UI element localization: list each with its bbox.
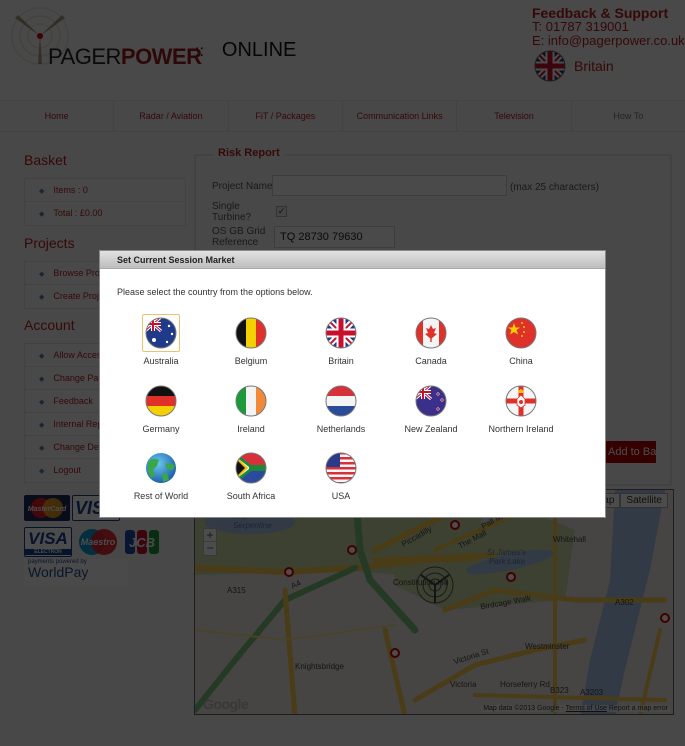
flag-frame bbox=[232, 314, 270, 352]
britain-flag-icon bbox=[325, 317, 357, 349]
country-canada[interactable]: Canada bbox=[386, 314, 476, 366]
usa-flag-icon bbox=[325, 452, 357, 484]
country-china[interactable]: China bbox=[476, 314, 566, 366]
germany-flag-icon bbox=[145, 385, 177, 417]
flag-frame bbox=[322, 382, 360, 420]
flag-frame bbox=[232, 449, 270, 487]
country-netherlands[interactable]: Netherlands bbox=[296, 382, 386, 434]
country-label: Britain bbox=[328, 356, 354, 366]
flag-frame bbox=[142, 314, 180, 352]
flag-frame bbox=[412, 314, 450, 352]
flag-frame bbox=[322, 449, 360, 487]
country-new-zealand[interactable]: New Zealand bbox=[386, 382, 476, 434]
flag-frame bbox=[232, 382, 270, 420]
country-label: USA bbox=[331, 491, 351, 501]
northern-ireland-flag-icon bbox=[505, 385, 537, 417]
country-label: Germany bbox=[142, 424, 180, 434]
netherlands-flag-icon bbox=[325, 385, 357, 417]
country-label: South Africa bbox=[226, 491, 276, 501]
country-northern-ireland[interactable]: Northern Ireland bbox=[476, 382, 566, 434]
belgium-flag-icon bbox=[235, 317, 267, 349]
country-label: New Zealand bbox=[404, 424, 458, 434]
country-ireland[interactable]: Ireland bbox=[206, 382, 296, 434]
country-rest-of-world[interactable]: Rest of World bbox=[116, 449, 206, 501]
dialog-title[interactable]: Set Current Session Market bbox=[100, 251, 605, 269]
flag-frame bbox=[412, 382, 450, 420]
flag-frame bbox=[502, 382, 540, 420]
country-germany[interactable]: Germany bbox=[116, 382, 206, 434]
globe-icon bbox=[146, 453, 176, 483]
country-label: China bbox=[509, 356, 533, 366]
ireland-flag-icon bbox=[235, 385, 267, 417]
china-flag-icon bbox=[505, 317, 537, 349]
flag-frame bbox=[142, 449, 180, 487]
flag-frame bbox=[142, 382, 180, 420]
country-australia[interactable]: Australia bbox=[116, 314, 206, 366]
session-market-dialog: Set Current Session Market Please select… bbox=[99, 250, 606, 518]
country-belgium[interactable]: Belgium bbox=[206, 314, 296, 366]
country-label: Northern Ireland bbox=[488, 424, 554, 434]
country-label: Belgium bbox=[234, 356, 268, 366]
dialog-description: Please select the country from the optio… bbox=[117, 287, 313, 297]
flag-frame bbox=[502, 314, 540, 352]
country-label: Netherlands bbox=[316, 424, 366, 434]
canada-flag-icon bbox=[415, 317, 447, 349]
country-label: Canada bbox=[415, 356, 447, 366]
new-zealand-flag-icon bbox=[415, 385, 447, 417]
australia-flag-icon bbox=[145, 317, 177, 349]
country-label: Ireland bbox=[237, 424, 265, 434]
country-label: Australia bbox=[143, 356, 179, 366]
country-britain[interactable]: Britain bbox=[296, 314, 386, 366]
south-africa-flag-icon bbox=[235, 452, 267, 484]
country-south-africa[interactable]: South Africa bbox=[206, 449, 296, 501]
country-label: Rest of World bbox=[133, 491, 189, 501]
flag-frame bbox=[322, 314, 360, 352]
country-usa[interactable]: USA bbox=[296, 449, 386, 501]
